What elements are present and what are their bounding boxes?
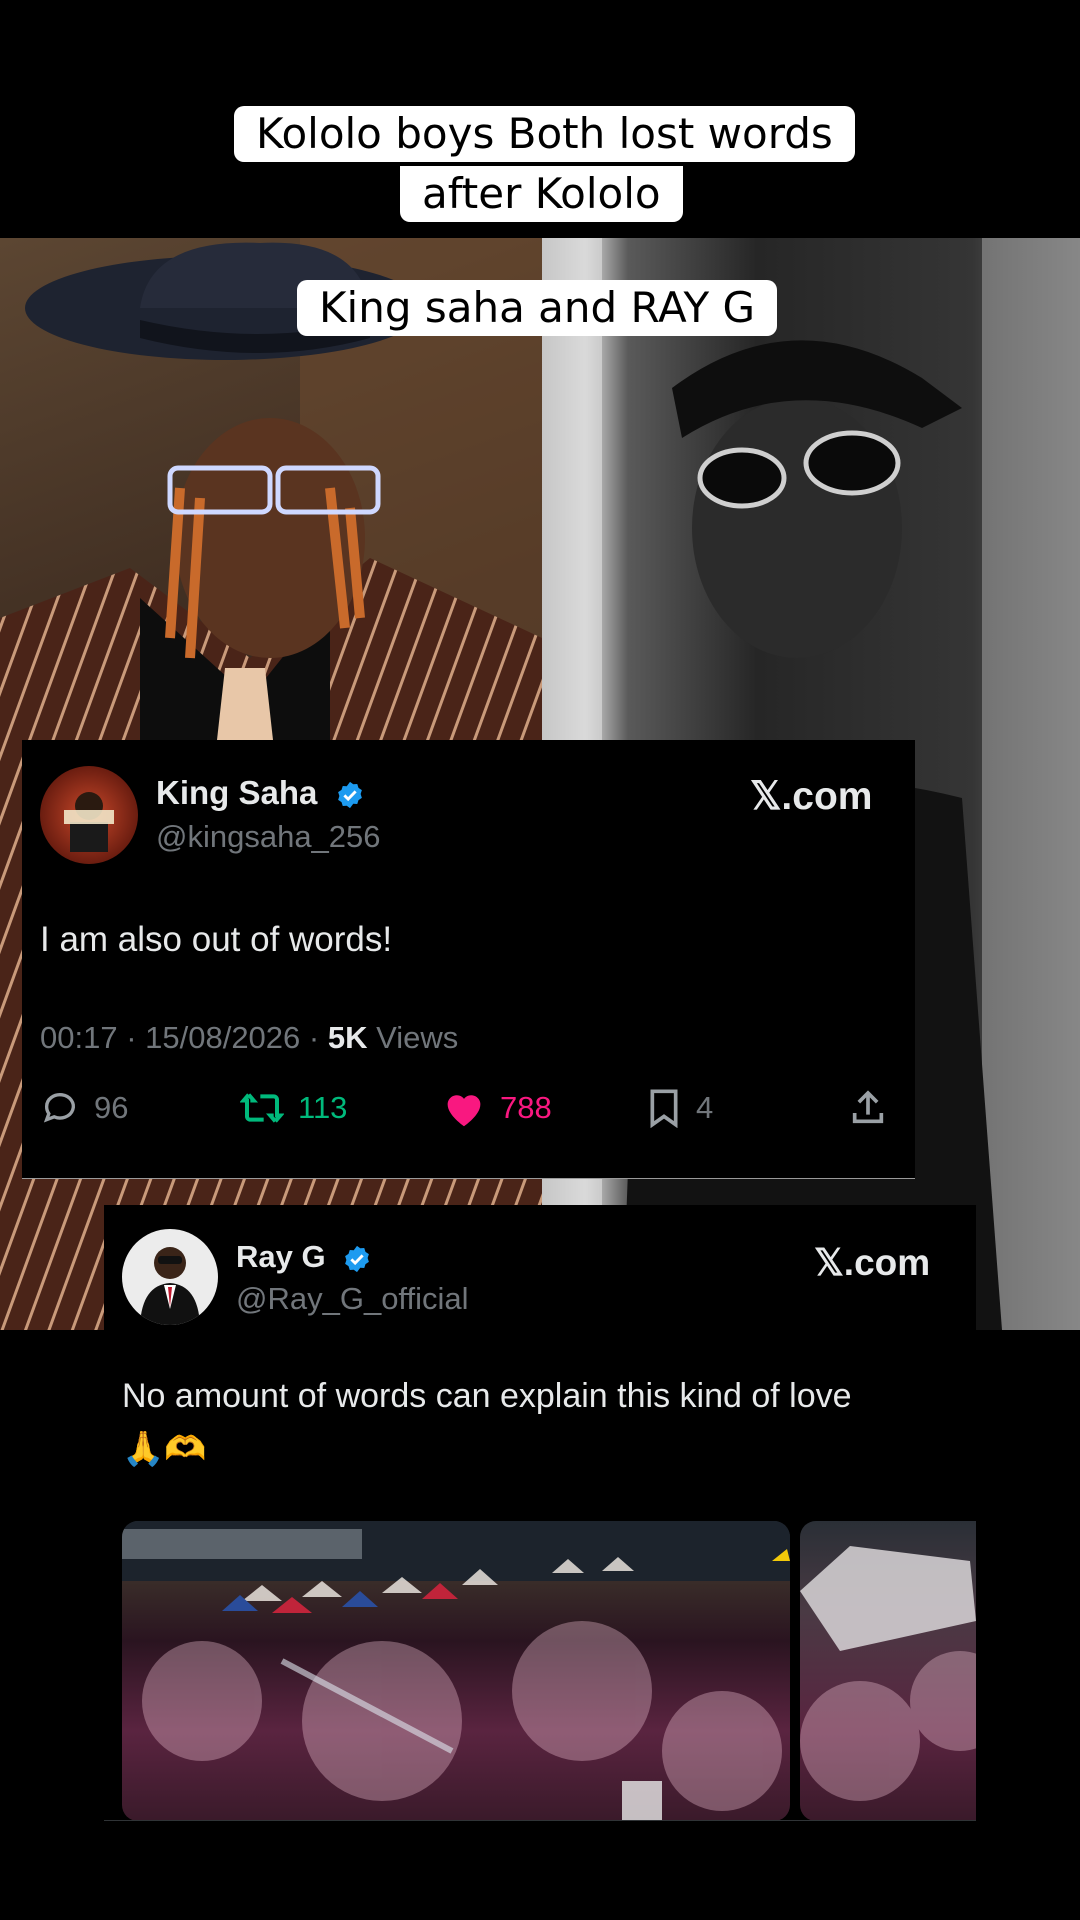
tweet2-xcom-label: 𝕏.com	[814, 1242, 931, 1283]
tweet2-author-name[interactable]: Ray G	[236, 1239, 372, 1275]
ray-g-avatar[interactable]	[122, 1229, 218, 1325]
retweet-count: 113	[298, 1090, 348, 1125]
caption-line-1: Kololo boys Both lost words	[234, 106, 855, 162]
tweet2-emoji: 🙏🫶	[122, 1430, 207, 1468]
heart-icon	[447, 1095, 481, 1127]
king-saha-avatar[interactable]	[40, 766, 138, 864]
tweet1-author-name[interactable]: King Saha	[156, 774, 365, 812]
bookmark-count: 4	[696, 1090, 714, 1125]
tweet1-meta: 00:17 · 15/08/2026 · 5K Views	[40, 1020, 458, 1056]
retweet-button[interactable]: 113	[240, 1088, 347, 1128]
verified-badge-icon	[345, 1245, 370, 1272]
tweet-ray-g[interactable]: Ray G @Ray_G_official 𝕏.com No amount of…	[104, 1205, 976, 1821]
tweet1-xcom-label: 𝕏.com	[750, 775, 873, 818]
tweet2-text: No amount of words can explain this kind…	[122, 1377, 852, 1415]
tweet-king-saha[interactable]: King Saha @kingsaha_256 𝕏.com I am also …	[22, 740, 915, 1179]
verified-badge-icon	[337, 782, 362, 809]
bookmark-button[interactable]: 4	[646, 1088, 713, 1128]
tweet1-views-label: Views	[367, 1020, 459, 1055]
like-count: 788	[500, 1090, 552, 1125]
bookmark-icon	[650, 1089, 678, 1128]
reply-count: 96	[94, 1090, 129, 1125]
reply-button[interactable]: 96	[40, 1088, 128, 1128]
retweet-icon	[240, 1093, 284, 1123]
tweet1-text: I am also out of words!	[40, 920, 393, 959]
share-icon	[852, 1090, 884, 1124]
tweet1-timestamp: 00:17 · 15/08/2026 ·	[40, 1020, 328, 1055]
caption-line-3: King saha and RAY G	[297, 280, 778, 336]
crowd-photo-main[interactable]	[122, 1521, 790, 1820]
tweet1-handle[interactable]: @kingsaha_256	[156, 819, 381, 855]
like-button[interactable]: 788	[442, 1088, 552, 1128]
reply-icon	[43, 1093, 75, 1123]
tweet2-handle[interactable]: @Ray_G_official	[236, 1281, 469, 1317]
caption-line-2: after Kololo	[400, 166, 683, 222]
share-button[interactable]	[848, 1088, 902, 1128]
tweet1-views-count: 5K	[327, 1020, 368, 1055]
crowd-photo-secondary[interactable]	[800, 1521, 976, 1820]
